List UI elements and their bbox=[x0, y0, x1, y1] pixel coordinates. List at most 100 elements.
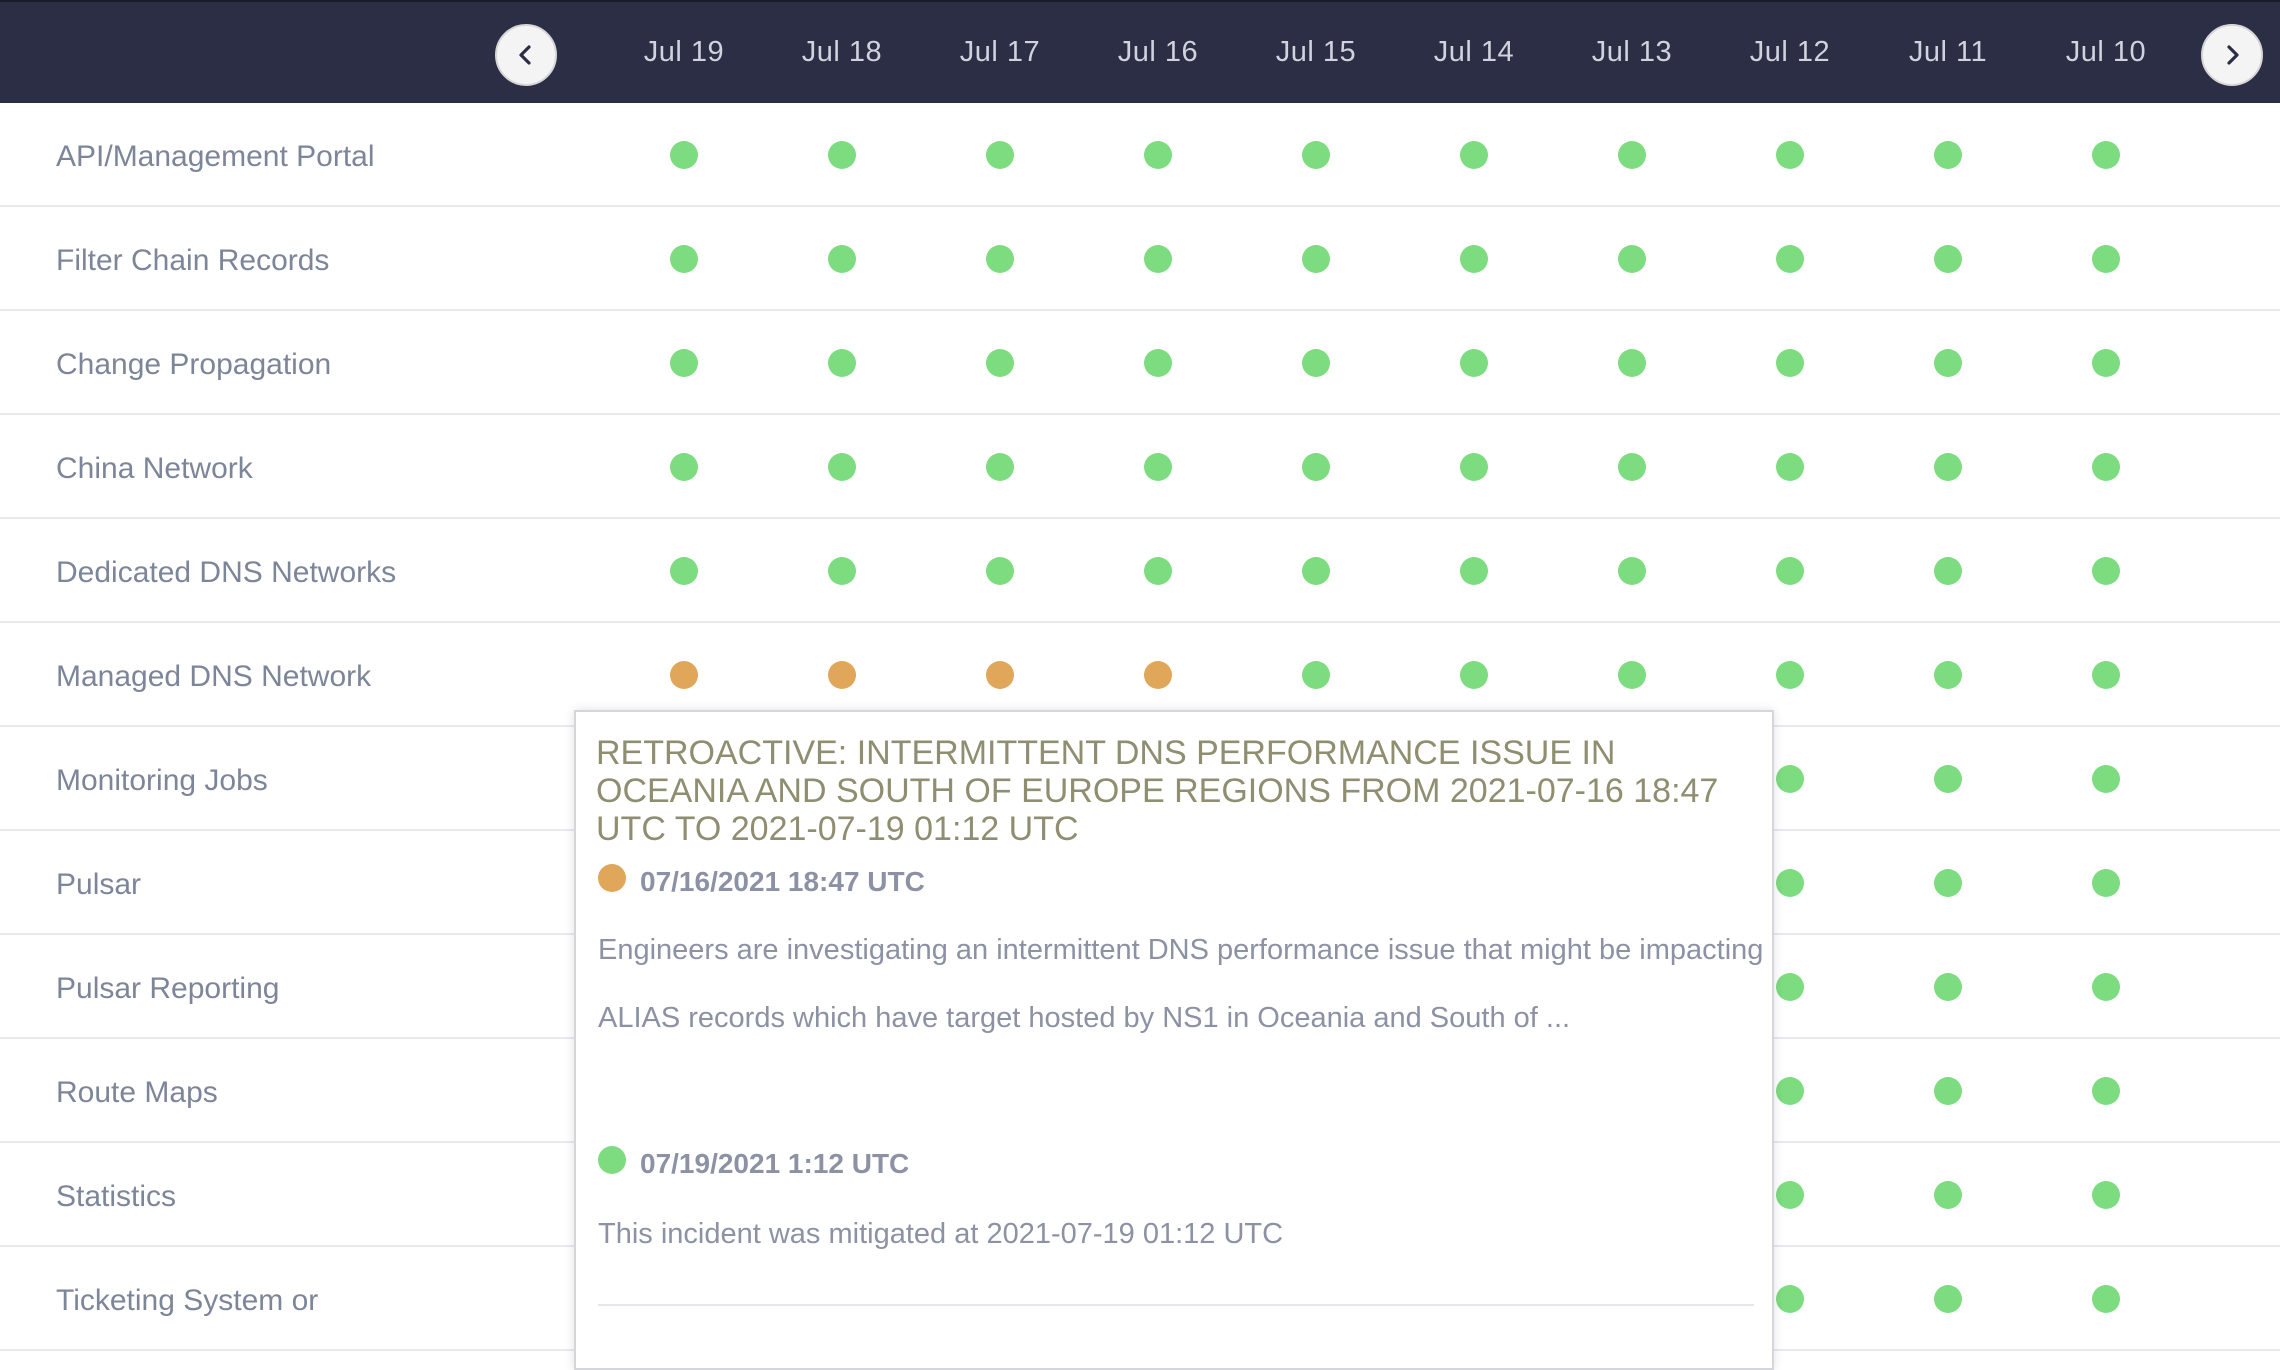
update-timestamp: 07/16/2021 18:47 UTC bbox=[640, 866, 925, 897]
operational-status-dot[interactable] bbox=[1776, 141, 1804, 169]
operational-status-dot[interactable] bbox=[1302, 349, 1330, 377]
operational-status-dot[interactable] bbox=[1934, 1077, 1962, 1105]
operational-status-dot[interactable] bbox=[1144, 453, 1172, 481]
operational-status-dot[interactable] bbox=[1460, 141, 1488, 169]
operational-status-dot[interactable] bbox=[2092, 245, 2120, 273]
operational-status-dot[interactable] bbox=[2092, 1285, 2120, 1313]
component-row: China Network bbox=[0, 415, 2280, 519]
operational-status-dot[interactable] bbox=[1934, 1285, 1962, 1313]
component-row: Change Propagation bbox=[0, 311, 2280, 415]
degraded-status-dot[interactable] bbox=[1144, 661, 1172, 689]
operational-status-dot[interactable] bbox=[1934, 557, 1962, 585]
operational-status-dot[interactable] bbox=[828, 245, 856, 273]
operational-status-dot[interactable] bbox=[1144, 245, 1172, 273]
component-name: API/Management Portal bbox=[56, 140, 375, 173]
operational-status-dot[interactable] bbox=[986, 453, 1014, 481]
date-column-header: Jul 17 bbox=[959, 36, 1041, 68]
component-name: Managed DNS Network bbox=[56, 660, 372, 693]
previous-dates-button[interactable] bbox=[495, 24, 557, 86]
component-name: Change Propagation bbox=[56, 348, 332, 381]
degraded-status-dot[interactable] bbox=[986, 661, 1014, 689]
operational-status-dot[interactable] bbox=[1776, 765, 1804, 793]
operational-status-dot[interactable] bbox=[1776, 453, 1804, 481]
operational-status-dot[interactable] bbox=[1144, 557, 1172, 585]
operational-status-dot[interactable] bbox=[1302, 661, 1330, 689]
component-row: API/Management Portal bbox=[0, 103, 2280, 207]
operational-status-dot[interactable] bbox=[1776, 1181, 1804, 1209]
date-column-header: Jul 18 bbox=[801, 36, 883, 68]
operational-status-dot[interactable] bbox=[2092, 141, 2120, 169]
operational-status-dot[interactable] bbox=[1460, 557, 1488, 585]
operational-status-dot[interactable] bbox=[1460, 245, 1488, 273]
operational-status-dot[interactable] bbox=[1618, 141, 1646, 169]
operational-status-dot[interactable] bbox=[1776, 869, 1804, 897]
operational-status-dot[interactable] bbox=[2092, 453, 2120, 481]
operational-status-dot[interactable] bbox=[1144, 349, 1172, 377]
operational-status-dot[interactable] bbox=[1302, 557, 1330, 585]
operational-status-dot[interactable] bbox=[2092, 661, 2120, 689]
operational-status-dot[interactable] bbox=[1934, 245, 1962, 273]
operational-status-dot[interactable] bbox=[1934, 869, 1962, 897]
update-timestamp: 07/19/2021 1:12 UTC bbox=[640, 1148, 910, 1179]
component-name: Statistics bbox=[56, 1180, 177, 1213]
operational-status-dot[interactable] bbox=[1934, 765, 1962, 793]
degraded-status-dot[interactable] bbox=[828, 661, 856, 689]
operational-status-dot[interactable] bbox=[1460, 349, 1488, 377]
operational-status-dot[interactable] bbox=[1618, 245, 1646, 273]
operational-status-dot[interactable] bbox=[1302, 453, 1330, 481]
operational-status-dot[interactable] bbox=[670, 245, 698, 273]
operational-status-dot[interactable] bbox=[670, 453, 698, 481]
operational-status-dot[interactable] bbox=[1302, 141, 1330, 169]
operational-status-dot[interactable] bbox=[2092, 557, 2120, 585]
operational-status-dot[interactable] bbox=[670, 141, 698, 169]
operational-status-dot[interactable] bbox=[1618, 349, 1646, 377]
operational-status-dot[interactable] bbox=[670, 557, 698, 585]
operational-status-dot[interactable] bbox=[986, 349, 1014, 377]
component-name: Ticketing System or bbox=[56, 1284, 319, 1317]
operational-status-dot[interactable] bbox=[2092, 1181, 2120, 1209]
operational-status-dot[interactable] bbox=[828, 453, 856, 481]
next-dates-button[interactable] bbox=[2201, 24, 2263, 86]
operational-status-dot[interactable] bbox=[986, 245, 1014, 273]
operational-status-dot[interactable] bbox=[986, 141, 1014, 169]
operational-status-dot[interactable] bbox=[1776, 1077, 1804, 1105]
operational-status-dot[interactable] bbox=[1934, 349, 1962, 377]
operational-status-dot[interactable] bbox=[1934, 141, 1962, 169]
date-column-header: Jul 12 bbox=[1749, 36, 1831, 68]
operational-status-dot[interactable] bbox=[670, 349, 698, 377]
operational-status-dot[interactable] bbox=[1144, 141, 1172, 169]
operational-status-dot[interactable] bbox=[828, 349, 856, 377]
operational-status-dot[interactable] bbox=[2092, 765, 2120, 793]
date-column-header: Jul 13 bbox=[1591, 36, 1673, 68]
operational-status-dot[interactable] bbox=[1934, 453, 1962, 481]
operational-status-dot[interactable] bbox=[2092, 349, 2120, 377]
operational-status-dot[interactable] bbox=[1776, 245, 1804, 273]
operational-status-dot[interactable] bbox=[1618, 557, 1646, 585]
operational-status-dot[interactable] bbox=[1934, 973, 1962, 1001]
operational-status-dot[interactable] bbox=[1618, 453, 1646, 481]
operational-status-dot[interactable] bbox=[1460, 661, 1488, 689]
operational-status-dot[interactable] bbox=[1934, 1181, 1962, 1209]
operational-status-dot[interactable] bbox=[1776, 973, 1804, 1001]
operational-status-dot[interactable] bbox=[1776, 1285, 1804, 1313]
date-column-header: Jul 11 bbox=[1908, 36, 1988, 68]
operational-status-dot[interactable] bbox=[986, 557, 1014, 585]
chevron-right-icon bbox=[2227, 45, 2239, 65]
operational-status-dot[interactable] bbox=[1776, 661, 1804, 689]
operational-status-dot[interactable] bbox=[1618, 661, 1646, 689]
operational-status-dot[interactable] bbox=[828, 141, 856, 169]
date-column-header: Jul 10 bbox=[2065, 36, 2147, 68]
operational-status-dot[interactable] bbox=[1460, 453, 1488, 481]
operational-status-dot[interactable] bbox=[2092, 1077, 2120, 1105]
operational-status-dot[interactable] bbox=[1776, 557, 1804, 585]
divider bbox=[598, 1304, 1754, 1306]
degraded-status-dot[interactable] bbox=[670, 661, 698, 689]
operational-status-dot[interactable] bbox=[1934, 661, 1962, 689]
component-name: China Network bbox=[56, 452, 253, 485]
operational-status-dot[interactable] bbox=[828, 557, 856, 585]
operational-status-dot[interactable] bbox=[1302, 245, 1330, 273]
update-text: This incident was mitigated at 2021-07-1… bbox=[598, 1218, 1284, 1250]
operational-status-dot[interactable] bbox=[1776, 349, 1804, 377]
operational-status-dot[interactable] bbox=[2092, 869, 2120, 897]
operational-status-dot[interactable] bbox=[2092, 973, 2120, 1001]
